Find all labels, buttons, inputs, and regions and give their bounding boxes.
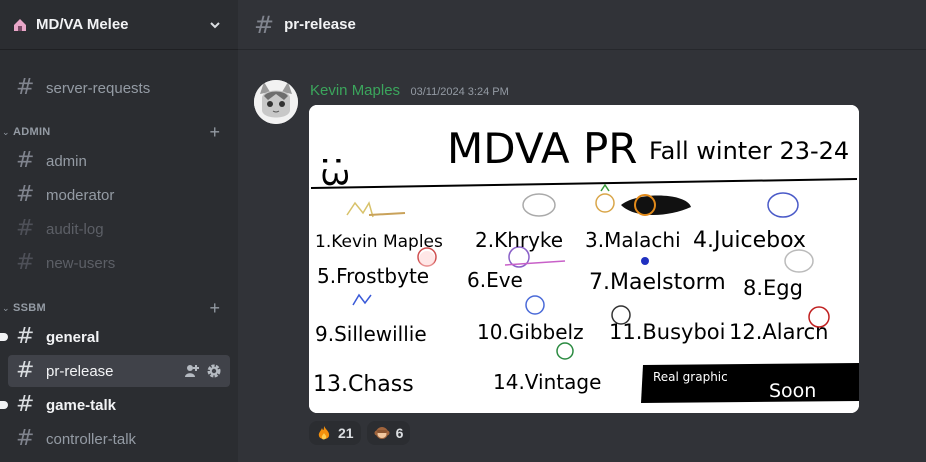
- channel-new-users[interactable]: # new-users: [8, 247, 230, 279]
- channel-general[interactable]: # general: [0, 321, 230, 353]
- rank-3: 3.Malachi: [585, 228, 681, 252]
- hash-icon: #: [16, 182, 35, 207]
- category-ssbm[interactable]: ⌄ SSBM +: [0, 298, 238, 318]
- channel-actions: [184, 363, 222, 379]
- rank-8: 8.Egg: [743, 276, 803, 300]
- chevron-down-icon: [210, 21, 220, 28]
- reaction-fire[interactable]: 21: [309, 421, 361, 445]
- house-icon: [12, 17, 28, 33]
- guild-header[interactable]: MD/VA Melee: [0, 0, 238, 50]
- author-name[interactable]: Kevin Maples: [310, 82, 400, 99]
- channel-label: pr-release: [46, 362, 114, 380]
- reaction-count: 6: [395, 425, 404, 441]
- channel-pr-release[interactable]: # pr-release: [8, 355, 230, 387]
- category-label: SSBM: [13, 302, 46, 314]
- pr-title: MDVA PR: [447, 124, 637, 173]
- avatar[interactable]: [254, 80, 298, 124]
- rank-11: 11.Busyboi: [609, 320, 726, 344]
- hash-icon: #: [16, 216, 35, 241]
- hash-icon: #: [16, 324, 35, 349]
- pr-subtitle: Fall winter 23-24: [649, 137, 849, 165]
- channel-label: moderator: [46, 186, 115, 204]
- title-face: :3: [314, 155, 354, 188]
- channel-label: new-users: [46, 254, 116, 272]
- rank-13: 13.Chass: [313, 372, 414, 397]
- rank-12: 12.Alarcn: [729, 320, 829, 344]
- chevron-down-icon: ⌄: [2, 126, 10, 137]
- hash-icon: #: [16, 392, 35, 417]
- hash-icon: #: [254, 10, 275, 39]
- rank-4: 4.Juicebox: [693, 228, 806, 253]
- rank-1: 1.Kevin Maples: [315, 232, 443, 252]
- main-chat: # pr-release Kevin Maples 03/11/2024 3:2…: [238, 0, 926, 462]
- invite-people-icon[interactable]: [184, 363, 200, 379]
- guild-name: MD/VA Melee: [36, 16, 129, 33]
- unread-indicator: [0, 333, 8, 341]
- channel-audit-log[interactable]: # audit-log: [8, 213, 230, 245]
- banner-line-1: Real graphic: [653, 370, 728, 384]
- monkey-icon: [374, 425, 390, 441]
- channel-title: pr-release: [284, 16, 356, 33]
- rank-2: 2.Khryke: [475, 228, 563, 252]
- reaction-monkey[interactable]: 6: [366, 421, 411, 445]
- category-label: ADMIN: [13, 126, 51, 138]
- channel-header: # pr-release: [238, 0, 926, 50]
- rank-5: 5.Frostbyte: [317, 264, 429, 288]
- message-header: Kevin Maples 03/11/2024 3:24 PM: [310, 82, 509, 100]
- rank-10: 10.Gibbelz: [477, 320, 584, 344]
- plus-icon[interactable]: +: [209, 123, 220, 141]
- channel-game-talk[interactable]: # game-talk: [0, 389, 230, 421]
- chevron-down-icon: ⌄: [2, 302, 10, 313]
- plus-icon[interactable]: +: [209, 299, 220, 317]
- category-admin[interactable]: ⌄ ADMIN +: [0, 122, 238, 142]
- rank-14: 14.Vintage: [493, 370, 601, 394]
- rank-9: 9.Sillewillie: [315, 322, 427, 346]
- channel-label: general: [46, 328, 100, 346]
- channel-label: game-talk: [46, 396, 117, 414]
- rank-6: 6.Eve: [467, 268, 523, 292]
- rank-7: 7.Maelstorm: [589, 270, 726, 295]
- channel-sidebar: MD/VA Melee # server-requests ⌄ ADMIN + …: [0, 0, 238, 462]
- unread-indicator: [0, 401, 8, 409]
- image-attachment[interactable]: :3 MDVA PR Fall winter 23-24 1.Kevin Map…: [309, 105, 859, 413]
- hash-icon: #: [16, 426, 35, 451]
- hash-icon: #: [16, 148, 35, 173]
- channel-label: server-requests: [46, 79, 151, 97]
- banner-line-2: Soon: [769, 380, 816, 402]
- channel-label: controller-talk: [46, 430, 137, 448]
- channel-controller-talk[interactable]: # controller-talk: [8, 423, 230, 455]
- channel-moderator[interactable]: # moderator: [8, 179, 230, 211]
- reactions-bar: 21 6: [309, 421, 411, 445]
- channel-server-requests[interactable]: # server-requests: [8, 72, 230, 104]
- channel-label: admin: [46, 152, 87, 170]
- hash-icon: #: [16, 358, 35, 383]
- reaction-count: 21: [338, 425, 354, 441]
- timestamp: 03/11/2024 3:24 PM: [410, 86, 509, 98]
- fire-icon: [316, 425, 332, 441]
- hash-icon: #: [16, 75, 35, 100]
- channel-admin[interactable]: # admin: [8, 145, 230, 177]
- gear-icon[interactable]: [206, 363, 222, 379]
- channel-label: audit-log: [46, 220, 104, 238]
- hash-icon: #: [16, 250, 35, 275]
